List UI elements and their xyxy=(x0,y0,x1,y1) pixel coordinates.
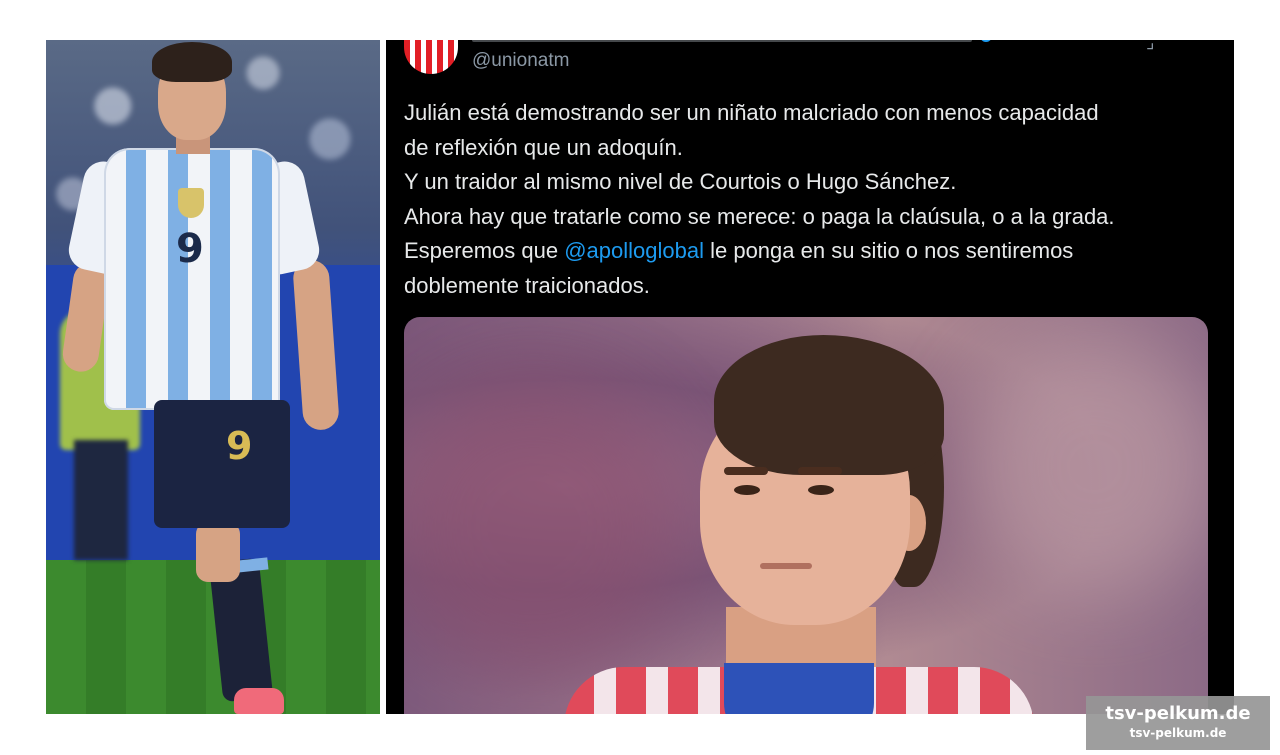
watermark: tsv-pelkum.de tsv-pelkum.de xyxy=(1086,696,1270,750)
shorts-number: 9 xyxy=(226,424,253,468)
watermark-main: tsv-pelkum.de xyxy=(1105,703,1251,724)
tweet-line-prefix: Esperemos que xyxy=(404,238,565,263)
tweet-line: de reflexión que un adoquín. xyxy=(404,134,683,160)
tweet-line: Ahora hay que tratarle como se merece: o… xyxy=(404,203,1115,229)
steward-legs xyxy=(74,440,128,560)
portrait-brow xyxy=(724,467,768,475)
portrait-brow xyxy=(798,467,842,475)
more-options-icon[interactable]: ⌟ xyxy=(1146,40,1154,53)
portrait-collar xyxy=(724,663,874,714)
background-blur xyxy=(964,337,1208,597)
player-boot xyxy=(234,688,284,714)
tweet-card: ⌟ @unionatm Julián está demostrando ser … xyxy=(386,40,1234,714)
tweet-line: Esperemos que @apolloglobal le ponga en … xyxy=(404,234,1224,269)
verified-badge-icon xyxy=(980,40,992,42)
tweet-media-image[interactable] xyxy=(404,317,1208,714)
background-blur xyxy=(404,377,684,677)
player-hair xyxy=(152,42,232,82)
mention-link[interactable]: @apolloglobal xyxy=(564,238,704,263)
user-handle[interactable]: @unionatm xyxy=(472,50,569,72)
tweet-line: Julián está demostrando ser un niñato ma… xyxy=(404,100,1099,125)
jersey-number: 9 xyxy=(176,226,204,272)
player-leg xyxy=(196,522,240,582)
portrait-mouth xyxy=(760,563,812,569)
tweet-line-suffix: le ponga en su sitio o nos sentiremos xyxy=(703,238,1074,263)
avatar[interactable] xyxy=(404,40,458,74)
player-photo: 9 9 xyxy=(46,40,380,714)
crest-icon xyxy=(178,188,204,218)
player-shorts xyxy=(154,400,290,528)
portrait-eye xyxy=(808,485,834,495)
tweet-line: doblemente traicionados. xyxy=(404,272,650,298)
portrait-eye xyxy=(734,485,760,495)
tweet-line: Y un traidor al mismo nivel de Courtois … xyxy=(404,169,957,194)
watermark-sub: tsv-pelkum.de xyxy=(1129,726,1227,740)
display-name-cropped[interactable] xyxy=(472,40,972,42)
tweet-text: Julián está demostrando ser un niñato ma… xyxy=(404,96,1224,303)
portrait-hair xyxy=(714,335,944,475)
